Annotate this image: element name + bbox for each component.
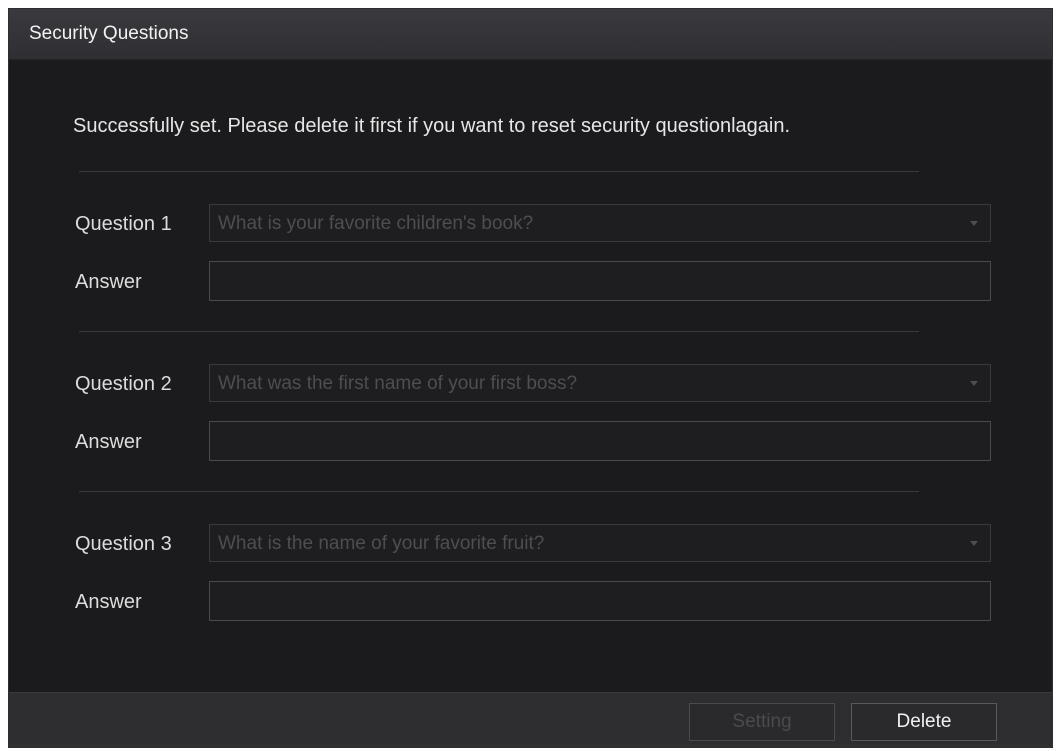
question-2-select[interactable]: What was the first name of your first bo…	[209, 364, 991, 402]
question-1-label: Question 1	[75, 213, 172, 235]
answer-3-input[interactable]	[209, 581, 991, 621]
divider	[79, 331, 919, 332]
dialog-title: Security Questions	[29, 23, 189, 44]
question-3-select[interactable]: What is the name of your favorite fruit?	[209, 524, 991, 562]
question-1-select[interactable]: What is your favorite children's book?	[209, 204, 991, 242]
question-2-value: What was the first name of your first bo…	[218, 373, 578, 394]
question-1-value: What is your favorite children's book?	[218, 213, 534, 234]
delete-button[interactable]: Delete	[851, 703, 997, 741]
question-3-label: Question 3	[75, 533, 172, 555]
question-3-value: What is the name of your favorite fruit?	[218, 533, 545, 554]
dialog-footer: Setting Delete	[9, 692, 1052, 747]
question-2-label: Question 2	[75, 373, 172, 395]
security-questions-dialog: Security Questions Successfully set. Ple…	[8, 8, 1053, 748]
divider	[79, 491, 919, 492]
chevron-down-icon	[970, 381, 978, 386]
chevron-down-icon	[970, 221, 978, 226]
chevron-down-icon	[970, 541, 978, 546]
answer-2-input[interactable]	[209, 421, 991, 461]
answer-1-label: Answer	[75, 271, 142, 293]
title-bar: Security Questions	[9, 9, 1052, 60]
answer-2-label: Answer	[75, 431, 142, 453]
answer-1-input[interactable]	[209, 261, 991, 301]
setting-button[interactable]: Setting	[689, 703, 835, 741]
divider	[79, 171, 919, 172]
status-message: Successfully set. Please delete it first…	[73, 115, 791, 137]
answer-3-label: Answer	[75, 591, 142, 613]
